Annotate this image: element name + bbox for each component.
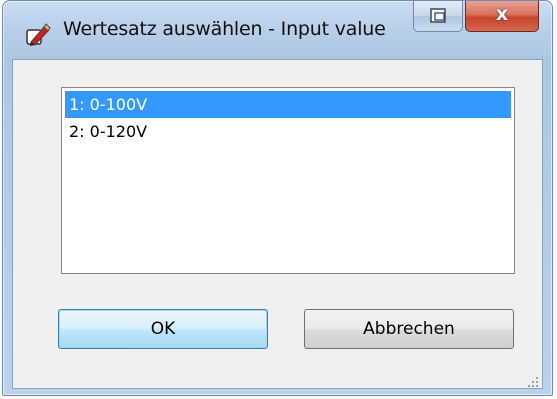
value-set-list[interactable]: 1: 0-100V 2: 0-120V — [61, 87, 515, 274]
list-item[interactable]: 1: 0-100V — [65, 91, 511, 118]
pencil-edit-icon — [25, 21, 51, 46]
close-icon: x — [495, 3, 509, 25]
title-bar[interactable]: Wertesatz auswählen - Input value x — [3, 1, 552, 61]
cancel-button[interactable]: Abbrechen — [304, 309, 514, 349]
dialog-body: 1: 0-100V 2: 0-120V OK Abbrechen — [12, 59, 543, 389]
window-title: Wertesatz auswählen - Input value — [63, 18, 386, 40]
ok-button[interactable]: OK — [58, 309, 268, 349]
dialog-window: Wertesatz auswählen - Input value x 1: 0… — [2, 0, 553, 396]
list-item[interactable]: 2: 0-120V — [65, 118, 511, 145]
restore-button[interactable] — [413, 1, 463, 32]
close-button[interactable]: x — [465, 1, 539, 32]
resize-grip-icon[interactable] — [527, 373, 539, 387]
